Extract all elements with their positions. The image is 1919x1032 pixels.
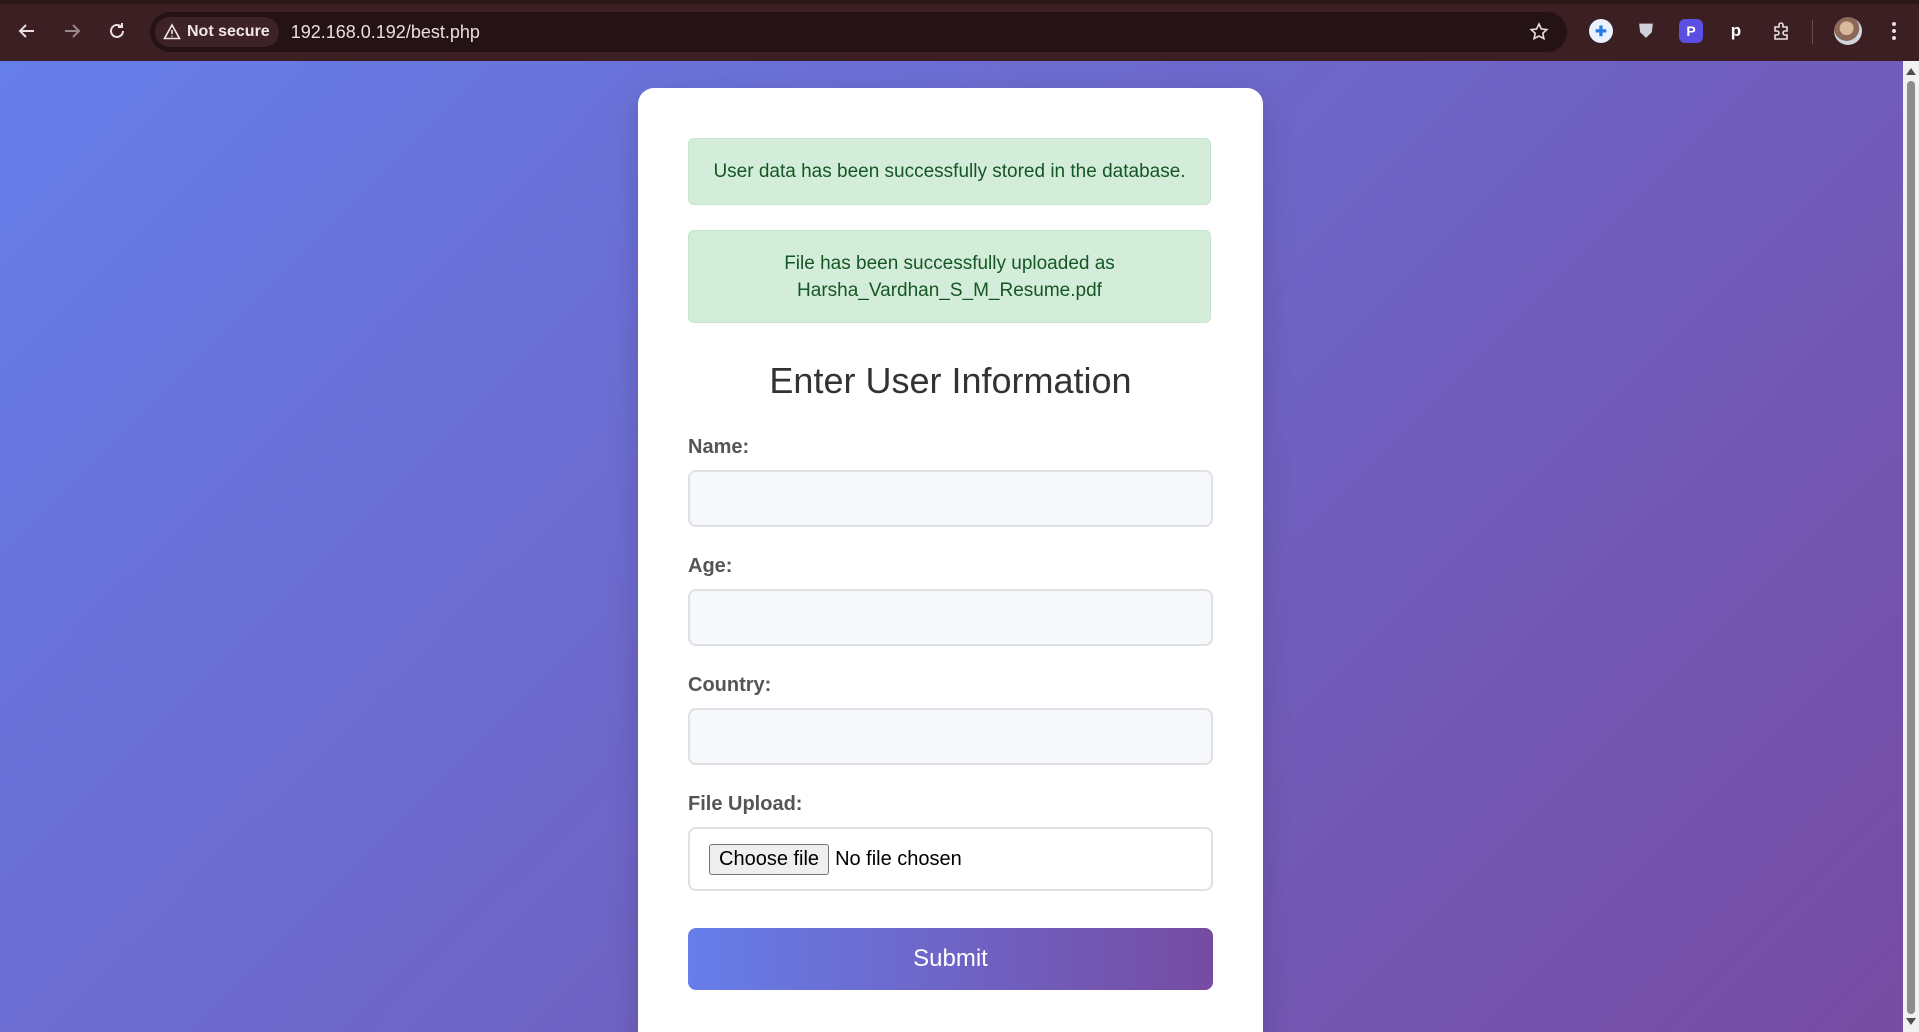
extension-shield-icon[interactable]: ⛊ — [1634, 19, 1658, 43]
warning-icon — [163, 23, 181, 40]
scroll-down-arrow-icon[interactable] — [1906, 1018, 1916, 1025]
file-status-text: No file chosen — [835, 847, 962, 870]
country-label: Country: — [688, 674, 772, 696]
tab-strip — [0, 0, 1919, 4]
name-input[interactable] — [688, 470, 1213, 527]
form-card: User data has been successfully stored i… — [638, 88, 1263, 1032]
submit-button[interactable]: Submit — [688, 928, 1213, 990]
security-label: Not secure — [187, 23, 270, 40]
age-input[interactable] — [688, 589, 1213, 646]
scrollbar-thumb[interactable] — [1907, 81, 1915, 1014]
db-success-alert: User data has been successfully stored i… — [688, 138, 1211, 205]
avatar[interactable] — [1834, 17, 1862, 45]
page-viewport: User data has been successfully stored i… — [0, 61, 1903, 1032]
vertical-scrollbar[interactable] — [1903, 61, 1919, 1032]
star-icon[interactable] — [1523, 16, 1555, 48]
age-label: Age: — [688, 555, 733, 577]
form-title: Enter User Information — [769, 360, 1132, 401]
kebab-menu-icon[interactable] — [1880, 17, 1908, 45]
reload-icon[interactable] — [99, 13, 135, 49]
file-success-text: File has been successfully uploaded as H… — [784, 252, 1115, 301]
extension-puzzle-icon[interactable] — [1770, 19, 1794, 43]
choose-file-button[interactable]: Choose file — [709, 843, 830, 875]
file-upload-field[interactable]: Choose file No file chosen — [688, 827, 1213, 891]
toolbar-divider — [1812, 20, 1813, 44]
browser-toolbar: Not secure 192.168.0.192/best.php ✚ ⛊ P … — [0, 0, 1919, 61]
extension-blue-cross-icon[interactable]: ✚ — [1589, 19, 1613, 43]
extension-p-icon[interactable]: p — [1724, 19, 1748, 43]
forward-arrow-icon[interactable] — [54, 13, 90, 49]
file-success-alert: File has been successfully uploaded as H… — [688, 230, 1211, 323]
url-text[interactable]: 192.168.0.192/best.php — [291, 22, 480, 43]
address-bar[interactable]: Not secure 192.168.0.192/best.php — [150, 12, 1567, 52]
db-success-text: User data has been successfully stored i… — [713, 161, 1186, 182]
security-chip[interactable]: Not secure — [155, 17, 279, 47]
back-arrow-icon[interactable] — [9, 13, 45, 49]
country-input[interactable] — [688, 708, 1213, 765]
name-label: Name: — [688, 436, 750, 458]
file-upload-label: File Upload: — [688, 793, 803, 815]
extension-purple-p-icon[interactable]: P — [1679, 19, 1703, 43]
scroll-up-arrow-icon[interactable] — [1906, 68, 1916, 75]
